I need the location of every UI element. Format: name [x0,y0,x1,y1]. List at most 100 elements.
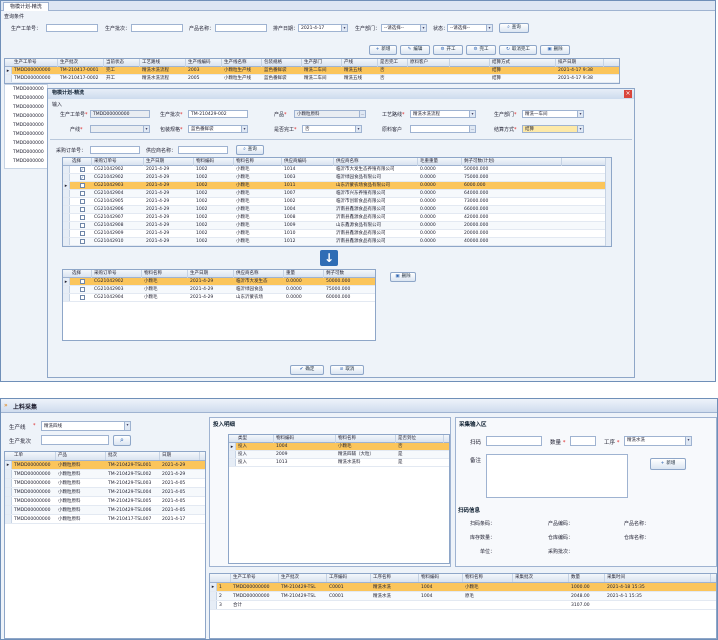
table-row[interactable]: CG21042906 2021-4-29 1002 小颗毛 1004 沂南县鑫源食品有限公… [63,206,611,214]
line-select[interactable]: 精洗四线 ▾ [41,421,131,431]
close-icon[interactable]: × [624,90,632,98]
table-row[interactable]: TMDD00000000 小颗粒原料 TM-210429-TSL005 2021-4-… [5,497,205,506]
column-header[interactable]: 生产工单号 [231,574,279,582]
product-name-input[interactable] [215,24,267,32]
table-row[interactable]: TMDD00000000 小颗粒原料 TM-210417-TSL007 2021-4-… [5,515,205,524]
d-work-order-input[interactable]: TMDD00000000 [90,110,150,118]
column-header[interactable]: 包装规格 [262,59,302,67]
checkbox-icon[interactable] [79,183,85,188]
column-header[interactable]: 批次 [106,452,160,460]
table-row[interactable]: CG21042903 小颗毛 2021-4-29 临沂绿园食品 0.0000 75000.… [63,286,375,294]
checkbox-icon[interactable]: ✓ [79,175,85,180]
tab-plan[interactable]: 物模计划-精洗 [3,2,49,11]
scrollbar[interactable] [605,158,611,246]
column-header[interactable]: 物料编码 [419,574,463,582]
table-row[interactable]: TMDD00000000 小颗粒原料 TM-210429-TSL004 2021-4-… [5,488,205,497]
d-customer-input[interactable]: … [410,125,476,133]
po-input[interactable] [90,146,140,154]
checkbox-icon[interactable] [79,231,85,236]
column-header[interactable]: 是否完工 [378,59,408,67]
row-checkbox[interactable] [70,238,92,246]
column-header[interactable]: 产线 [342,59,378,67]
table-row[interactable]: CG21042907 2021-4-29 1002 小颗毛 1008 沂南县鑫源食品有限公… [63,214,611,222]
d-settle-select[interactable]: 结算 ▾ [522,125,584,133]
table-row[interactable]: TMDD00000000 小颗粒原料 TM-210429-TSL003 2021-4-… [5,479,205,488]
more-icon[interactable]: … [359,111,365,117]
d-line-select[interactable]: ▾ [90,125,150,133]
column-header[interactable]: 排产日期 [556,59,604,67]
checkbox-icon[interactable] [79,215,85,220]
delete-button[interactable]: ▣ 删除 [540,45,570,55]
column-header[interactable]: 结算方式 [490,59,556,67]
add-button[interactable]: + 新增 [369,45,397,55]
column-header[interactable]: 物料编码 [274,435,336,443]
column-header[interactable]: 选择 [70,270,92,278]
d-pack-select[interactable]: 蓝色番鲜袋 ▾ [188,125,248,133]
column-header[interactable]: 日期 [160,452,200,460]
calendar-icon[interactable]: ▾ [341,25,347,31]
table-row[interactable]: CG21042908 2021-4-29 1002 小颗毛 1009 山东鑫源食品有限公司… [63,222,611,230]
qty-input[interactable] [570,436,596,446]
column-header[interactable]: 剩子可数 [324,270,375,278]
table-row[interactable]: CG21042910 2021-4-29 1002 小颗毛 1012 沂南县鑫源食品有限公… [63,238,611,246]
checkbox-icon[interactable] [79,295,85,300]
column-header[interactable]: 物料名称 [336,435,396,443]
schedule-date-input[interactable]: 2021-4-17 ▾ [298,24,348,32]
column-header[interactable]: 生产日期 [144,158,194,166]
table-row[interactable]: 3 合计 3107.00 [210,601,716,610]
batch-input-b[interactable] [41,435,109,445]
column-header[interactable]: 采购订单号 [92,158,144,166]
dialog-query-button[interactable]: ⌕ 查询 [236,145,264,155]
checkbox-icon[interactable] [79,239,85,244]
table-row[interactable]: CG21042904 小颗毛 2021-4-29 山东沂蒙农场 0.0000 60000.… [63,294,375,302]
column-header[interactable]: 采购订单号 [92,270,142,278]
column-header[interactable]: 类型 [236,435,274,443]
column-header[interactable]: 生产部门 [302,59,342,67]
remark-textarea[interactable] [486,454,628,498]
table-row[interactable]: ▸ 1 TMDD00000000 TM-210429-TSL C0001 精洗水洗 1004… [210,583,716,592]
table-row[interactable]: CG21042909 2021-4-29 1002 小颗毛 1010 沂南县鑫源食品有限公… [63,230,611,238]
column-header[interactable]: 生产批次 [58,59,104,67]
more-icon[interactable]: … [469,126,475,132]
column-header[interactable]: 生产线名称 [222,59,262,67]
start-button[interactable]: ⚙ 开工 [433,45,463,55]
column-header[interactable]: 当前状态 [104,59,140,67]
table-row[interactable]: CG21042904 2021-4-29 1002 小颗毛 1007 临沂市兴东养殖有限公… [63,190,611,198]
table-row[interactable]: TMDD00000000 小颗粒原料 TM-210429-TSL006 2021-4-… [5,506,205,515]
finish-button[interactable]: ⚙ 完工 [466,45,496,55]
batch-search-button[interactable]: ⌕ [113,435,131,446]
table-row[interactable]: ▸ TMDD00000000 小颗粒原料 TM-210429-TSL001 2021-4… [5,461,205,470]
table-row[interactable]: ✓ CG21042902 2021-4-29 1002 小颗毛 1014 临沂市大发生态养殖… [63,166,611,174]
column-header[interactable]: 供应商编码 [282,158,334,166]
batch-input[interactable] [131,24,183,32]
column-header[interactable]: 毛重重量 [418,158,462,166]
department-select[interactable]: --请选择-- ▾ [381,24,427,32]
column-header[interactable]: 剩子可数(计划) [462,158,562,166]
query-button[interactable]: ⌕ 查询 [499,23,529,33]
column-header[interactable]: 生产线编码 [186,59,222,67]
column-header[interactable]: 工单 [12,452,56,460]
column-header[interactable]: 生产日期 [188,270,234,278]
cancel-button[interactable]: ⊘ 取消 [330,365,364,375]
table-row[interactable]: TMDD00000000 小颗粒原料 TM-210429-TSL002 2021-4-… [5,470,205,479]
table-row[interactable]: CG21042905 2021-4-29 1002 小颗毛 1002 临沂市创新食品有限公… [63,198,611,206]
status-select[interactable]: --请选择-- ▾ [447,24,493,32]
column-header[interactable]: 生产工单号 [12,59,58,67]
scan-input[interactable] [486,436,542,446]
column-header[interactable]: 物料名称 [234,158,282,166]
arrow-down-icon[interactable]: ↓ [320,250,338,266]
proc-select[interactable]: 精洗水洗 ▾ [624,436,692,446]
row-checkbox[interactable] [70,294,92,304]
table-row[interactable]: ▸ 投入 1004 小颗毛 否 [229,443,449,451]
d-finished-select[interactable]: 否 ▾ [302,125,362,133]
edit-button[interactable]: ✎ 编辑 [400,45,430,55]
column-header[interactable]: 工序编码 [327,574,371,582]
column-header[interactable] [217,574,231,582]
work-order-input[interactable] [46,24,98,32]
d-dept-select[interactable]: 精洗一车间 ▾ [522,110,584,118]
table-row[interactable]: ✓ CG21042902 2021-4-29 1002 小颗毛 1003 临沂绿园食品有限公… [63,174,611,182]
checkbox-icon[interactable] [79,279,85,284]
table-row[interactable]: TMDD00000000 TM-210417-0002 开工 精洗水洗流程 2005 小颗… [5,75,619,83]
table-row[interactable]: ▸ TMDD00000000 TM-210417-0001 完工 精洗水洗流程 2003 小… [5,67,619,75]
cancel-finish-button[interactable]: ↻ 取消完工 [499,45,537,55]
